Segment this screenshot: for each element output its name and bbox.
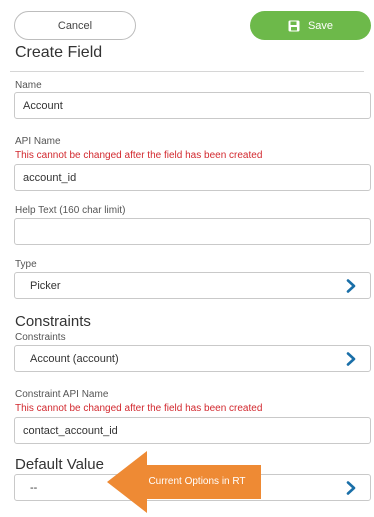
constraints-value: Account (account)	[30, 352, 119, 365]
default-value-value: --	[30, 481, 38, 494]
save-button-label: Save	[307, 19, 334, 32]
create-field-panel: Cancel Save Create Field Name Account AP…	[0, 0, 374, 517]
help-text-input[interactable]	[14, 218, 371, 245]
constraint-api-name-warning: This cannot be changed after the field h…	[15, 403, 263, 414]
api-name-value: account_id	[23, 171, 77, 184]
constraint-api-name-value: contact_account_id	[23, 424, 118, 437]
help-text-label: Help Text (160 char limit)	[15, 205, 126, 216]
chevron-right-icon	[346, 352, 356, 366]
page-title: Create Field	[15, 44, 103, 61]
constraint-api-name-input[interactable]: contact_account_id	[14, 417, 371, 444]
chevron-right-icon	[346, 279, 356, 293]
name-value: Account	[23, 99, 63, 112]
cancel-button[interactable]: Cancel	[14, 11, 136, 40]
divider	[10, 71, 364, 72]
save-button[interactable]: Save	[250, 11, 371, 40]
default-value-heading: Default Value	[15, 456, 104, 473]
floppy-disk-icon	[288, 20, 300, 32]
constraints-label: Constraints	[15, 332, 66, 343]
annotation-text: Current Options in RT	[148, 476, 246, 487]
annotation-arrow: Current Options in RT	[107, 451, 261, 513]
constraint-api-name-label: Constraint API Name	[15, 389, 109, 400]
constraints-picker[interactable]: Account (account)	[14, 345, 371, 372]
constraints-heading: Constraints	[15, 313, 91, 330]
api-name-label: API Name	[15, 136, 61, 147]
type-picker[interactable]: Picker	[14, 272, 371, 299]
name-input[interactable]: Account	[14, 92, 371, 119]
api-name-warning: This cannot be changed after the field h…	[15, 150, 263, 161]
name-label: Name	[15, 80, 42, 91]
type-label: Type	[15, 259, 37, 270]
cancel-button-label: Cancel	[57, 19, 93, 32]
api-name-input[interactable]: account_id	[14, 164, 371, 191]
chevron-right-icon	[346, 481, 356, 495]
type-value: Picker	[30, 279, 61, 292]
